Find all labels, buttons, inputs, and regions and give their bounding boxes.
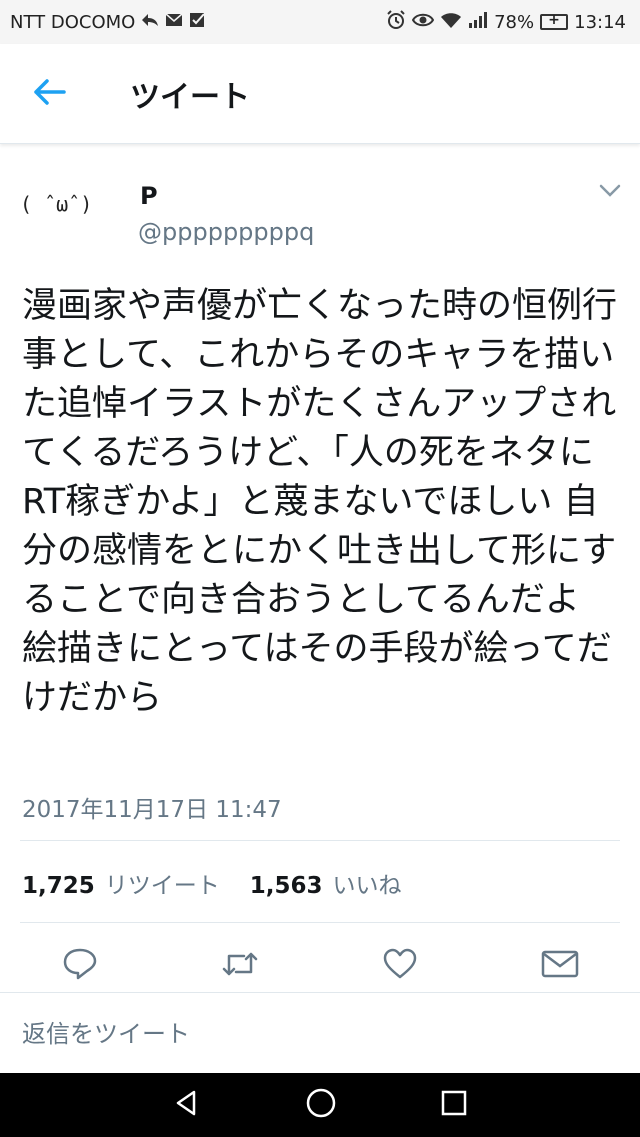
more-options-button[interactable] [596, 178, 624, 206]
user-handle[interactable]: @pppppppppq [138, 218, 314, 246]
battery-percent: 78% [494, 11, 535, 33]
reply-button[interactable] [58, 944, 102, 988]
app-header: ツイート [0, 44, 640, 144]
like-count[interactable]: 1,563 [250, 873, 323, 899]
divider [20, 922, 620, 923]
tweet-stats: 1,725 リツイート 1,563 いいね [22, 866, 422, 900]
system-nav-bar [0, 1073, 640, 1137]
reply-input[interactable]: 返信をツイート [22, 1014, 190, 1049]
chevron-down-icon [599, 183, 621, 202]
carrier-label: NTT DOCOMO [10, 11, 136, 33]
mail-icon [165, 13, 183, 31]
signal-icon [468, 11, 488, 33]
reply-arrow-icon [141, 12, 159, 32]
tweet-text: 漫画家や声優が亡くなった時の恒例行事として、これからそのキャラを描いた追悼イラス… [22, 286, 618, 718]
message-button[interactable] [538, 944, 582, 988]
like-label[interactable]: いいね [333, 866, 402, 900]
action-bar [0, 944, 640, 988]
wifi-icon [440, 11, 462, 33]
tweet-timestamp: 2017年11月17日 11:47 [22, 797, 282, 823]
avatar[interactable]: ( ˆωˆ) [20, 192, 120, 232]
like-icon [382, 948, 418, 984]
divider [0, 992, 640, 993]
like-button[interactable] [378, 944, 422, 988]
back-button[interactable] [0, 44, 100, 144]
divider [20, 840, 620, 841]
tweet-author-row: ( ˆωˆ) P @pppppppppq [0, 164, 640, 264]
page-title: ツイート [130, 79, 250, 115]
check-icon [189, 12, 207, 32]
home-circle-icon[interactable] [305, 1087, 337, 1123]
message-icon [541, 949, 579, 983]
back-triangle-icon[interactable] [172, 1088, 202, 1122]
retweet-button[interactable] [218, 944, 262, 988]
user-name[interactable]: P [140, 182, 158, 210]
battery-icon [540, 12, 569, 30]
eye-icon [411, 12, 435, 32]
retweet-count[interactable]: 1,725 [22, 873, 95, 899]
recents-square-icon[interactable] [440, 1089, 468, 1121]
alarm-icon [386, 10, 406, 34]
back-arrow-icon [33, 78, 67, 110]
retweet-icon [220, 948, 260, 984]
status-bar: NTT DOCOMO 78% 13:14 [0, 0, 640, 44]
reply-icon [62, 947, 98, 985]
clock: 13:14 [574, 11, 626, 33]
retweet-label[interactable]: リツイート [105, 866, 220, 900]
